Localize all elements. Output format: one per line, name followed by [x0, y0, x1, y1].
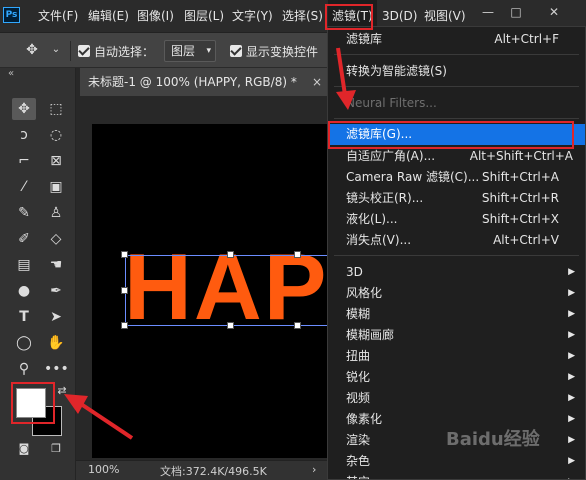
annotation-arrow-left: [76, 400, 134, 440]
annotation-arrows: [64, 47, 356, 440]
annotation-arrow-down: [336, 47, 347, 96]
annotation-arrowhead: [336, 90, 356, 110]
